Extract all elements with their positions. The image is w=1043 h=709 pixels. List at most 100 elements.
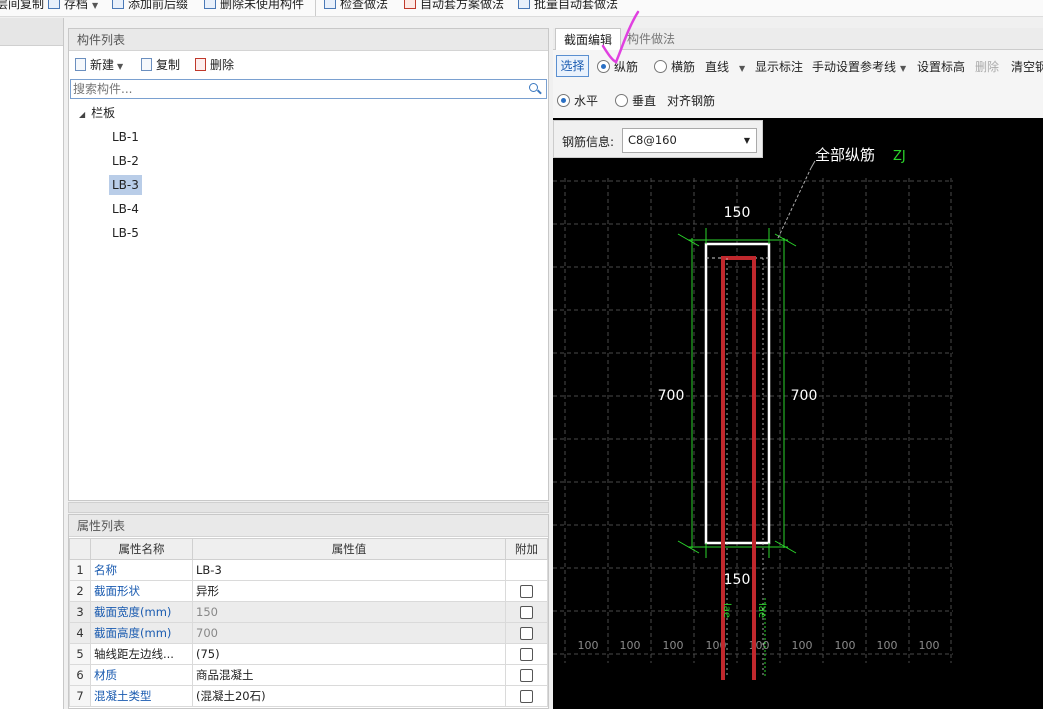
- grid-label: 100: [620, 639, 641, 652]
- extra-checkbox[interactable]: [520, 606, 533, 619]
- radio-unchecked-icon: [654, 60, 667, 73]
- extra-checkbox[interactable]: [520, 648, 533, 661]
- archive-button[interactable]: 存档 ▼: [48, 0, 98, 14]
- radio-transverse[interactable]: 横筋: [654, 58, 695, 75]
- new-icon: [75, 58, 86, 71]
- show-dimension-button[interactable]: 显示标注: [755, 58, 803, 75]
- section-outline: [704, 242, 771, 545]
- rebar-info-label: 钢筋信息:: [562, 135, 615, 149]
- delete-rebar-button[interactable]: 删除: [975, 58, 999, 75]
- tree-root-label: 栏板: [91, 106, 116, 120]
- delete-unused-button[interactable]: 删除未使用构件: [204, 0, 304, 14]
- search-input[interactable]: [71, 80, 511, 98]
- dim-bottom: 150: [724, 572, 751, 588]
- splitter[interactable]: [68, 502, 549, 513]
- property-table: 属性名称 属性值 附加 1 名称 LB-3 2 截面形状 异形 3 截面宽度(m…: [69, 538, 548, 707]
- dim-right: 700: [791, 388, 818, 404]
- tree-item-selected[interactable]: LB-3: [109, 175, 142, 195]
- extra-checkbox[interactable]: [520, 690, 533, 703]
- component-toolbar: 新建 ▼ 复制 删除: [69, 51, 548, 77]
- property-list-panel: 属性列表 属性名称 属性值 附加 1 名称 LB-3 2 截面形状 异形 3 截…: [68, 514, 549, 709]
- grid-label: 100: [578, 639, 599, 652]
- new-button[interactable]: 新建 ▼: [75, 56, 123, 73]
- dim-top: 150: [724, 205, 751, 221]
- archive-label: 存档: [64, 0, 89, 11]
- floor-copy-label: 层间复制: [0, 0, 45, 11]
- chevron-down-icon: ▼: [743, 136, 750, 145]
- chevron-down-icon: ▼: [117, 62, 124, 71]
- auto-icon: [404, 0, 416, 9]
- grid-label: 100: [792, 639, 813, 652]
- delete-label: 删除: [210, 58, 235, 72]
- table-row: 4 截面高度(mm) 700: [69, 622, 548, 644]
- list-icon: [204, 0, 216, 9]
- left-side-pane: [0, 18, 64, 709]
- checkmark-annotation-icon: [601, 10, 640, 64]
- manual-reference-button[interactable]: 手动设置参考线 ▼: [812, 58, 906, 75]
- delete-unused-label: 删除未使用构件: [220, 0, 305, 11]
- header-name: 属性名称: [90, 538, 193, 560]
- delete-button[interactable]: 删除: [195, 56, 234, 73]
- table-row: 7 混凝土类型 (混凝土20石): [69, 685, 548, 707]
- tree-item[interactable]: LB-4: [109, 199, 142, 219]
- new-label: 新建: [90, 58, 115, 72]
- auto-apply-button[interactable]: 自动套方案做法: [404, 0, 504, 14]
- top-toolbar: 层间复制 存档 ▼ 添加前后缀 删除未使用构件 检查做法 自动套方案做法 批量自动…: [0, 0, 1043, 17]
- auto-apply-label: 自动套方案做法: [420, 0, 505, 11]
- table-row: 3 截面宽度(mm) 150: [69, 601, 548, 623]
- clear-rebar-button[interactable]: 清空钢: [1011, 58, 1043, 75]
- tree-item[interactable]: LB-1: [109, 127, 142, 147]
- annotation-code: ZJ: [893, 149, 906, 164]
- property-list-title: 属性列表: [69, 515, 548, 537]
- floor-copy-button[interactable]: 层间复制: [0, 0, 44, 14]
- section-drawing: 100 100 100 100 100 100 100 100 100 全部纵筋…: [553, 146, 953, 680]
- lae-right: lae: [756, 603, 767, 618]
- radio-vertical[interactable]: 垂直: [615, 92, 656, 109]
- search-box: [70, 79, 547, 99]
- grid-label: 100: [835, 639, 856, 652]
- archive-icon: [48, 0, 60, 9]
- radio-checked-icon: [557, 94, 570, 107]
- align-rebar-button[interactable]: 对齐钢筋: [667, 92, 715, 109]
- table-row: 5 轴线距左边线... (75): [69, 643, 548, 665]
- check-method-button[interactable]: 检查做法: [324, 0, 388, 14]
- check-icon: [324, 0, 336, 9]
- rebar-info-panel: 钢筋信息: C8@160 ▼: [553, 120, 763, 158]
- set-elevation-button[interactable]: 设置标高: [917, 58, 965, 75]
- header-extra: 附加: [505, 538, 548, 560]
- grid-label: 100: [749, 639, 770, 652]
- add-prefix-label: 添加前后缀: [128, 0, 189, 11]
- radio-unchecked-icon: [615, 94, 628, 107]
- add-prefix-button[interactable]: 添加前后缀: [112, 0, 188, 14]
- tree-item[interactable]: LB-5: [109, 223, 142, 243]
- table-row: 1 名称 LB-3: [69, 559, 548, 581]
- extra-checkbox[interactable]: [520, 585, 533, 598]
- batch-icon: [518, 0, 530, 9]
- grid-label: 100: [877, 639, 898, 652]
- grid-label: 100: [663, 639, 684, 652]
- copy-icon: [141, 58, 152, 71]
- search-icon[interactable]: [529, 83, 538, 92]
- extra-checkbox[interactable]: [520, 627, 533, 640]
- radio-horizontal[interactable]: 水平: [557, 92, 598, 109]
- copy-label: 复制: [156, 58, 181, 72]
- editor-toolbar-2: 水平 垂直 对齐钢筋: [553, 87, 1043, 113]
- select-button[interactable]: 选择: [556, 55, 589, 77]
- component-list-panel: 构件列表 新建▼ 复制 删除 ◢ 栏板 LB-1 LB-2 LB-3 LB-4 L…: [68, 28, 549, 501]
- check-method-label: 检查做法: [340, 0, 389, 11]
- tree-root-railing[interactable]: ◢ 栏板: [79, 103, 115, 123]
- tree-item[interactable]: LB-2: [109, 151, 142, 171]
- chevron-down-icon: ▼: [739, 64, 746, 73]
- collapse-icon[interactable]: ◢: [79, 110, 85, 119]
- drawing-canvas[interactable]: 100 100 100 100 100 100 100 100 100 全部纵筋…: [553, 118, 1043, 709]
- rebar-info-select[interactable]: C8@160 ▼: [622, 128, 757, 153]
- header-value: 属性值: [192, 538, 506, 560]
- annotation-text: 全部纵筋: [815, 146, 875, 164]
- delete-icon: [195, 58, 206, 71]
- extra-checkbox[interactable]: [520, 669, 533, 682]
- lae-left: lae: [721, 603, 732, 618]
- component-list-title: 构件列表: [69, 29, 548, 51]
- copy-button[interactable]: 复制: [141, 56, 180, 73]
- line-type-dropdown[interactable]: 直线 ▼: [705, 58, 745, 75]
- table-row: 6 材质 商品混凝土: [69, 664, 548, 686]
